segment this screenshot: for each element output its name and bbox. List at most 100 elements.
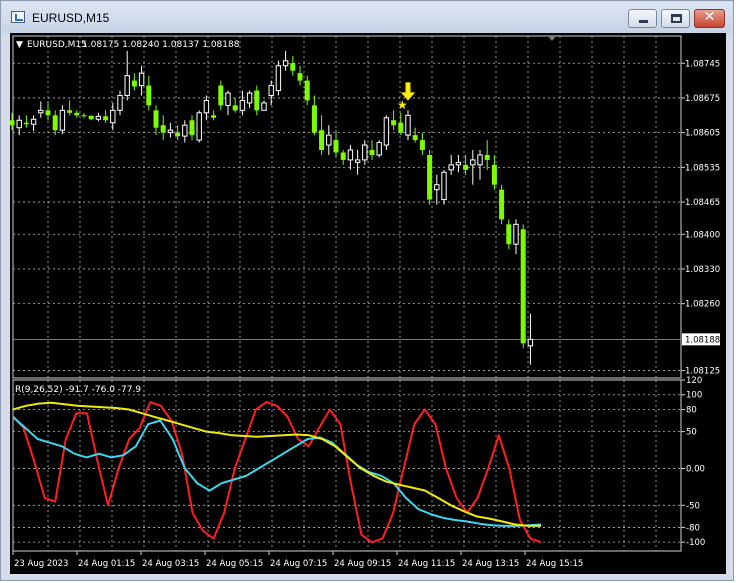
- candle-body: [88, 115, 94, 120]
- candle-body: [16, 119, 22, 129]
- candle-body: [81, 115, 87, 117]
- candle-body: [110, 109, 116, 124]
- oscillator-axis-label: -50: [686, 501, 700, 511]
- candle-body: [369, 150, 375, 155]
- candle-body: [304, 80, 310, 101]
- price-axis-label: 1.08260: [685, 300, 720, 310]
- price-axis-label: 1.08465: [685, 198, 720, 208]
- candle-body: [491, 164, 497, 185]
- candle-body: [275, 65, 282, 92]
- candle-body: [182, 124, 188, 137]
- oscillator-line-slow: [12, 401, 541, 527]
- candle-body: [138, 72, 145, 87]
- title-bar[interactable]: EURUSD,M15 ✕: [2, 2, 732, 33]
- candle-body: [506, 224, 512, 245]
- candle-body: [196, 112, 202, 141]
- candle-body: [311, 105, 317, 133]
- candle-body: [333, 140, 339, 153]
- window-title: EURUSD,M15: [32, 11, 110, 25]
- close-icon: ✕: [703, 9, 716, 25]
- chart-area[interactable]: 1.08745 1.08675 1.08605 1.08535 1.08465 1.084…: [9, 33, 726, 574]
- indicator-label: R(9,26,52) -91.7 -76.0 -77.9: [15, 385, 141, 395]
- maximize-button[interactable]: [661, 9, 690, 28]
- candle-body: [131, 80, 137, 87]
- candle-body: [117, 94, 123, 111]
- time-axis-label: 23 Aug 2023: [14, 559, 68, 569]
- candle-body: [52, 115, 58, 131]
- candle-body: [347, 149, 354, 161]
- candle-body: [160, 125, 166, 133]
- candle-body: [527, 338, 534, 347]
- candle-body: [362, 144, 368, 161]
- time-axis-label: 24 Aug 11:15: [398, 559, 455, 569]
- time-axis-label: 24 Aug 13:15: [462, 559, 519, 569]
- candle-body: [38, 109, 44, 114]
- maximize-icon: [671, 14, 682, 23]
- candle-body: [124, 75, 130, 96]
- time-axis-label: 24 Aug 09:15: [334, 559, 391, 569]
- oscillator-axis-label: 120: [686, 376, 702, 386]
- candle-body: [103, 116, 109, 121]
- candle-body: [232, 105, 238, 111]
- chart-window-icon: [11, 11, 25, 23]
- candle-body: [167, 129, 174, 134]
- candle-body: [95, 115, 102, 120]
- price-axis-label: 1.08188: [685, 335, 720, 345]
- oscillator-axis-label: 100: [686, 391, 702, 401]
- axes: 1.08745 1.08675 1.08605 1.08535 1.08465 1.084…: [12, 36, 720, 569]
- candle-body: [218, 85, 224, 106]
- candle-body: [175, 132, 181, 137]
- candle-body: [499, 189, 505, 220]
- shift-marker-icon: [548, 36, 556, 41]
- chart-menu-arrow-icon[interactable]: ▼: [16, 40, 23, 50]
- candle-body: [261, 102, 267, 111]
- candle-body: [239, 99, 246, 111]
- candle-body: [319, 130, 325, 150]
- candle-body: [513, 223, 519, 245]
- candle-body: [67, 110, 73, 113]
- candle-body: [383, 117, 390, 146]
- candle-body: [455, 161, 462, 166]
- candle-body: [23, 122, 29, 125]
- time-axis-label: 24 Aug 01:15: [78, 559, 135, 569]
- minimize-icon: [639, 20, 648, 23]
- oscillator-axis-label: 0.00: [686, 464, 705, 474]
- candle-body: [354, 159, 361, 163]
- time-axis-label: 24 Aug 05:15: [206, 559, 263, 569]
- candle-body: [398, 122, 404, 133]
- candle-body: [484, 154, 490, 160]
- time-axis-label: 24 Aug 15:15: [526, 559, 583, 569]
- price-axis-label: 1.08330: [685, 265, 720, 275]
- chart-canvas[interactable]: 1.08745 1.08675 1.08605 1.08535 1.08465 1.084…: [9, 33, 726, 574]
- candle-body: [427, 154, 433, 200]
- candle-body: [297, 73, 303, 81]
- candle-body: [225, 92, 231, 106]
- oscillator-axis-label: 50: [686, 428, 697, 438]
- candle-body: [74, 112, 80, 116]
- oscillator-lines: [12, 401, 542, 544]
- candle-body: [254, 90, 260, 111]
- minimize-button[interactable]: [628, 9, 657, 28]
- candle-body: [391, 120, 397, 126]
- price-axis-label: 1.08675: [685, 94, 720, 104]
- chart-symbol: EURUSD,M15: [27, 40, 87, 50]
- price-axis-label: 1.08535: [685, 163, 720, 173]
- close-button[interactable]: ✕: [694, 9, 725, 28]
- candle-body: [520, 229, 526, 344]
- candle-body: [441, 171, 447, 201]
- candle-body: [376, 142, 382, 156]
- candle-body: [448, 164, 454, 171]
- candle-body: [268, 85, 274, 96]
- candle-body: [434, 184, 440, 191]
- price-axis-label: 1.08745: [685, 59, 720, 69]
- star-icon: ★: [397, 98, 408, 112]
- price-axis-label: 1.08605: [685, 129, 720, 139]
- app-window: EURUSD,M15 ✕ 1.08745 1.08675 1.08605 1.0853…: [0, 0, 734, 581]
- candle-body: [59, 109, 66, 131]
- candle-body: [45, 110, 51, 116]
- oscillator-axis-label: -80: [686, 523, 700, 533]
- chart-ohlc: 1.08175 1.08240 1.08137 1.08188: [82, 40, 240, 50]
- candle-body: [470, 159, 476, 166]
- candle-body: [30, 118, 37, 125]
- candle-body: [419, 140, 425, 150]
